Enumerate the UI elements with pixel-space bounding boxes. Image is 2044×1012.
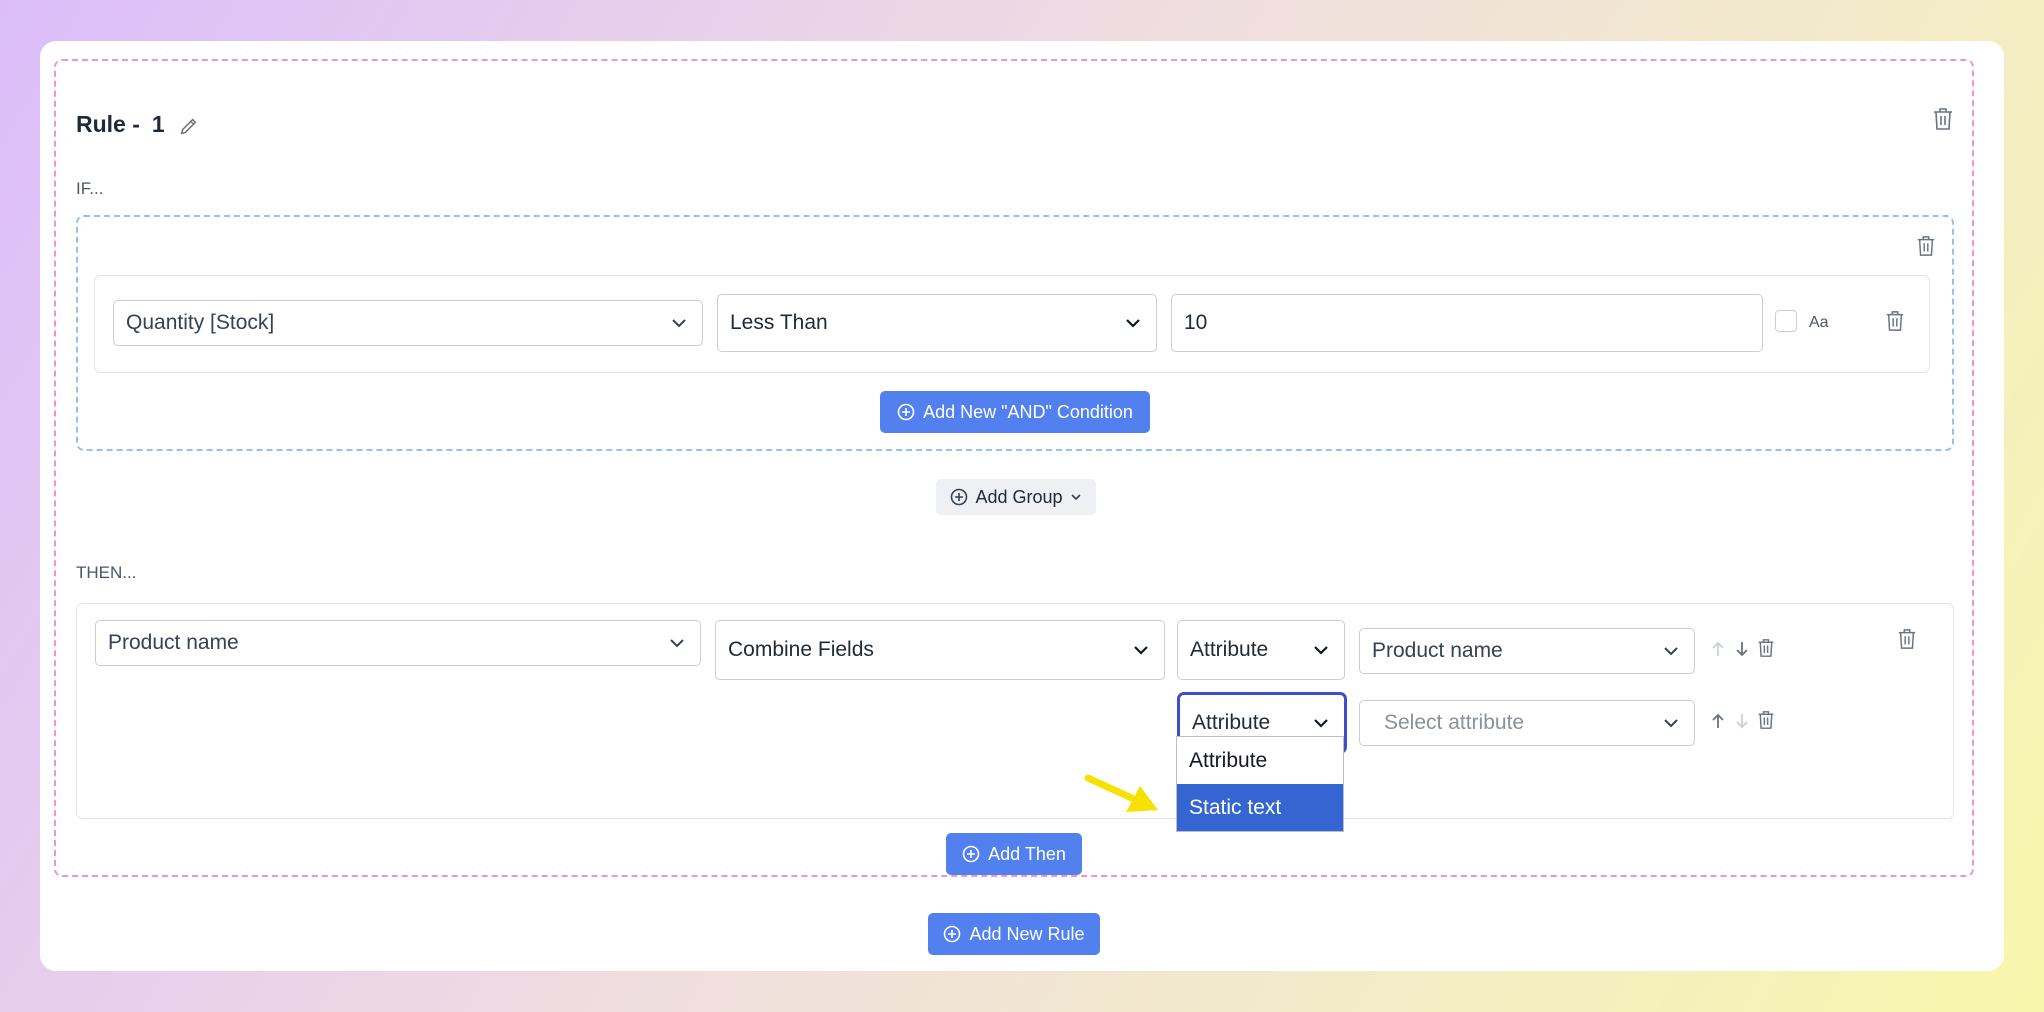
rules-card: Rule - 1 IF... Quantity [Stock] Less Tha… — [40, 41, 2004, 971]
add-new-rule-label: Add New Rule — [969, 923, 1085, 944]
add-group-button[interactable]: Add Group — [936, 479, 1096, 515]
delete-group-trash-icon[interactable] — [1916, 235, 1936, 257]
chevron-down-icon — [670, 639, 684, 648]
add-and-condition-label: Add New "AND" Condition — [923, 401, 1133, 422]
condition-row: Quantity [Stock] Less Than 10 Aa — [94, 275, 1930, 373]
condition-operator-select[interactable]: Less Than — [717, 294, 1157, 352]
condition-field-select[interactable]: Quantity [Stock] — [113, 300, 703, 346]
chevron-down-icon — [1314, 719, 1328, 728]
add-group-label: Add Group — [975, 486, 1063, 507]
chevron-down-icon — [1126, 319, 1140, 328]
delete-action-trash-icon[interactable] — [1897, 628, 1917, 650]
part-type-dropdown-menu: Attribute Static text — [1176, 736, 1344, 832]
then-label: THEN... — [76, 563, 137, 582]
then-action-select[interactable]: Combine Fields — [715, 620, 1165, 680]
part-type-value-1: Attribute — [1190, 638, 1269, 661]
plus-circle-icon — [897, 403, 915, 421]
edit-pencil-icon[interactable] — [178, 115, 200, 137]
rule-title-prefix: Rule - — [76, 111, 140, 137]
rule-container: Rule - 1 IF... Quantity [Stock] Less Tha… — [54, 59, 1974, 877]
part-attribute-select-2[interactable]: Select attribute — [1359, 700, 1695, 746]
rule-title: Rule - 1 — [76, 111, 165, 138]
case-sensitive-checkbox[interactable] — [1775, 310, 1797, 332]
action-row: Product name Combine Fields Attribute Pr… — [76, 603, 1954, 819]
then-action-value: Combine Fields — [728, 638, 874, 661]
annotation-arrow-icon — [1084, 774, 1158, 812]
condition-field-value: Quantity [Stock] — [126, 311, 275, 334]
chevron-down-icon — [672, 319, 686, 328]
case-sensitive-label: Aa — [1809, 314, 1829, 331]
condition-value-text: 10 — [1184, 311, 1208, 334]
delete-condition-trash-icon[interactable] — [1885, 310, 1905, 332]
chevron-down-icon — [1070, 494, 1081, 501]
then-target-field-value: Product name — [108, 631, 239, 654]
move-down-arrow-icon[interactable] — [1735, 640, 1749, 658]
delete-part-trash-icon[interactable] — [1757, 710, 1775, 730]
then-target-field-select[interactable]: Product name — [95, 620, 701, 666]
move-up-arrow-icon[interactable] — [1711, 640, 1725, 658]
chevron-down-icon — [1134, 646, 1148, 655]
condition-group: Quantity [Stock] Less Than 10 Aa Add New… — [76, 215, 1954, 451]
add-then-label: Add Then — [988, 843, 1066, 864]
if-label: IF... — [76, 179, 104, 198]
add-then-button[interactable]: Add Then — [946, 833, 1082, 875]
part-attribute-placeholder-2: Select attribute — [1384, 711, 1525, 734]
chevron-down-icon — [1314, 646, 1328, 655]
delete-rule-trash-icon[interactable] — [1932, 107, 1954, 131]
part-type-select-1[interactable]: Attribute — [1177, 620, 1345, 680]
add-new-rule-button[interactable]: Add New Rule — [928, 913, 1100, 955]
plus-circle-icon — [944, 925, 961, 943]
plus-circle-icon — [951, 488, 968, 506]
chevron-down-icon — [1664, 719, 1678, 728]
dropdown-option-attribute[interactable]: Attribute — [1177, 737, 1343, 784]
move-down-arrow-icon[interactable] — [1735, 712, 1749, 730]
dropdown-option-static-text[interactable]: Static text — [1177, 784, 1343, 831]
move-up-arrow-icon[interactable] — [1711, 712, 1725, 730]
part-attribute-select-1[interactable]: Product name — [1359, 628, 1695, 674]
part-attribute-value-1: Product name — [1372, 639, 1503, 662]
plus-circle-icon — [962, 845, 980, 863]
add-and-condition-button[interactable]: Add New "AND" Condition — [880, 391, 1150, 433]
rule-number: 1 — [151, 111, 165, 137]
delete-part-trash-icon[interactable] — [1757, 638, 1775, 658]
part-type-value-2: Attribute — [1192, 711, 1271, 734]
condition-operator-value: Less Than — [730, 311, 828, 334]
chevron-down-icon — [1664, 647, 1678, 656]
condition-value-input[interactable]: 10 — [1171, 294, 1763, 352]
